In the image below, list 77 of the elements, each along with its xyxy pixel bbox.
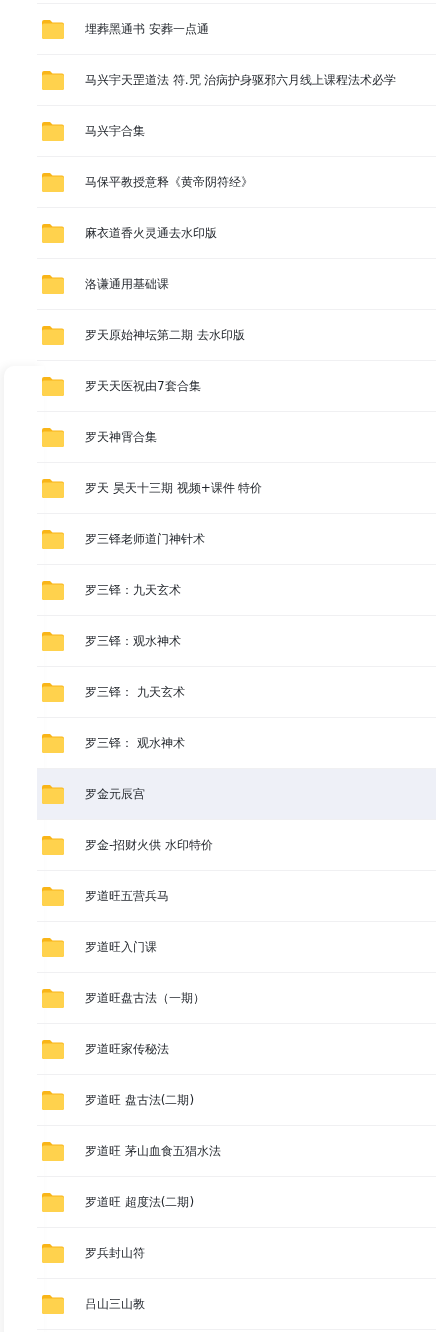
folder-icon — [41, 732, 65, 754]
folder-icon — [41, 1242, 65, 1264]
folder-icon — [41, 783, 65, 805]
folder-icon — [41, 18, 65, 40]
folder-name: 罗天 昊天十三期 视频+课件 特价 — [85, 480, 263, 497]
folder-name: 罗道旺 茅山血食五猖水法 — [85, 1143, 221, 1160]
folder-name: 马保平教授意释《黄帝阴符经》 — [85, 174, 253, 191]
folder-name: 罗三铎老师道门神针术 — [85, 531, 205, 548]
folder-row[interactable]: 埋葬黑通书 安葬一点通 — [37, 3, 436, 54]
folder-icon — [41, 987, 65, 1009]
folder-icon — [41, 273, 65, 295]
folder-icon — [41, 936, 65, 958]
folder-icon — [41, 222, 65, 244]
folder-name: 罗道旺盘古法（一期） — [85, 990, 205, 1007]
folder-icon — [41, 681, 65, 703]
folder-icon — [41, 579, 65, 601]
folder-name: 罗天原始神坛第二期 去水印版 — [85, 327, 245, 344]
folder-row[interactable]: 罗道旺入门课 — [37, 921, 436, 972]
folder-icon — [41, 1089, 65, 1111]
folder-row[interactable]: 马保平教授意释《黄帝阴符经》 — [37, 156, 436, 207]
folder-row[interactable]: 罗三铎老师道门神针术 — [37, 513, 436, 564]
folder-name: 罗道旺家传秘法 — [85, 1041, 169, 1058]
folder-icon — [41, 120, 65, 142]
folder-icon — [41, 324, 65, 346]
folder-name: 吕山三山教 — [85, 1296, 145, 1313]
folder-name: 罗金-招财火供 水印特价 — [85, 837, 214, 854]
folder-name: 罗天天医祝由7套合集 — [85, 378, 201, 395]
folder-icon — [41, 1191, 65, 1213]
folder-name: 洛谦通用基础课 — [85, 276, 169, 293]
folder-name: 罗三铎： 观水神术 — [85, 735, 185, 752]
folder-row[interactable]: 罗道旺家传秘法 — [37, 1023, 436, 1074]
folder-row[interactable]: 吕山三山教 — [37, 1278, 436, 1329]
folder-row[interactable]: 罗道旺盘古法（一期） — [37, 972, 436, 1023]
folder-row[interactable]: 罗道旺 超度法(二期) — [37, 1176, 436, 1227]
folder-row[interactable]: 罗三铎：观水神术 — [37, 615, 436, 666]
folder-row[interactable]: 罗道旺 茅山血食五猖水法 — [37, 1125, 436, 1176]
folder-name: 麻衣道香火灵通去水印版 — [85, 225, 217, 242]
folder-icon — [41, 630, 65, 652]
folder-name: 埋葬黑通书 安葬一点通 — [85, 21, 209, 38]
folder-name: 马兴宇合集 — [85, 123, 145, 140]
folder-icon — [41, 1140, 65, 1162]
folder-name: 罗金元辰宫 — [85, 786, 145, 803]
folder-row[interactable]: 洛谦通用基础课 — [37, 258, 436, 309]
folder-row[interactable]: 罗天天医祝由7套合集 — [37, 360, 436, 411]
folder-icon — [41, 375, 65, 397]
folder-name: 罗兵封山符 — [85, 1245, 145, 1262]
folder-name: 罗道旺五营兵马 — [85, 888, 169, 905]
folder-name: 罗天神霄合集 — [85, 429, 157, 446]
folder-name: 罗三铎：观水神术 — [85, 633, 181, 650]
folder-icon — [41, 834, 65, 856]
folder-icon — [41, 426, 65, 448]
folder-icon — [41, 1038, 65, 1060]
folder-icon — [41, 1293, 65, 1315]
folder-row[interactable]: 罗天 昊天十三期 视频+课件 特价 — [37, 462, 436, 513]
folder-icon — [41, 528, 65, 550]
folder-row[interactable]: 麻衣道香火灵通去水印版 — [37, 207, 436, 258]
folder-name: 罗道旺 盘古法(二期) — [85, 1092, 195, 1109]
folder-row[interactable]: 马兴宇天罡道法 符.咒 治病护身驱邪六月线上课程法术必学 — [37, 54, 436, 105]
folder-row[interactable]: 罗三铎： 九天玄术 — [37, 666, 436, 717]
folder-row[interactable]: 罗金元辰宫 — [37, 768, 436, 819]
folder-row[interactable]: 罗三铎：九天玄术 — [37, 564, 436, 615]
folder-row[interactable]: 马兴宇合集 — [37, 105, 436, 156]
folder-name: 罗三铎：九天玄术 — [85, 582, 181, 599]
folder-row[interactable]: 罗天原始神坛第二期 去水印版 — [37, 309, 436, 360]
folder-icon — [41, 69, 65, 91]
folder-name: 罗三铎： 九天玄术 — [85, 684, 185, 701]
folder-icon — [41, 477, 65, 499]
folder-name: 马兴宇天罡道法 符.咒 治病护身驱邪六月线上课程法术必学 — [85, 72, 397, 89]
folder-name: 罗道旺 超度法(二期) — [85, 1194, 195, 1211]
folder-row[interactable]: 罗天神霄合集 — [37, 411, 436, 462]
folder-name: 罗道旺入门课 — [85, 939, 157, 956]
folder-row[interactable]: 罗兵封山符 — [37, 1227, 436, 1278]
folder-icon — [41, 885, 65, 907]
folder-icon — [41, 171, 65, 193]
folder-row[interactable]: 罗金-招财火供 水印特价 — [37, 819, 436, 870]
folder-row[interactable]: 罗道旺 盘古法(二期) — [37, 1074, 436, 1125]
folder-row[interactable]: 罗道旺五营兵马 — [37, 870, 436, 921]
